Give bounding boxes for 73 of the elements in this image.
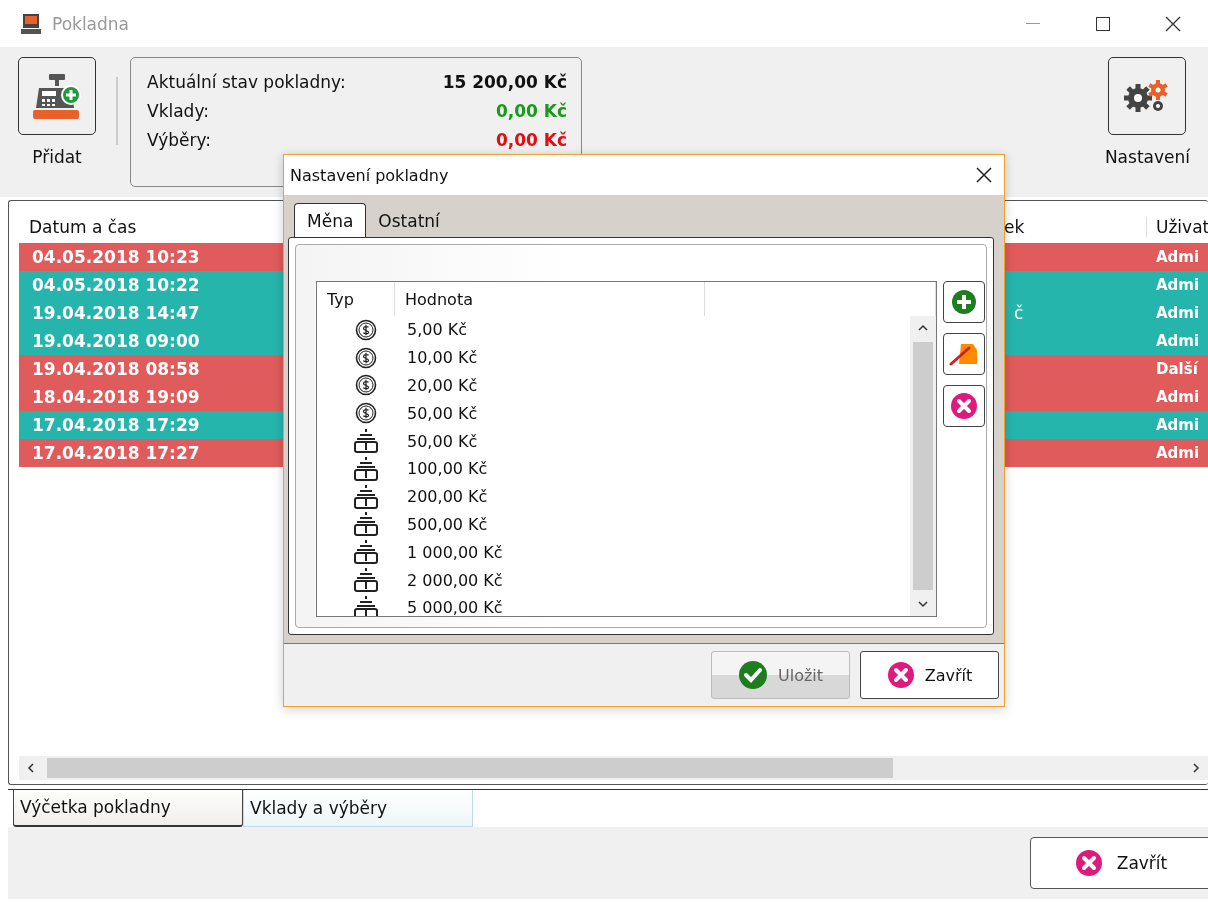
denomination-value: 5,00 Kč <box>406 320 468 340</box>
summary-label: Aktuální stav pokladny: <box>147 72 346 92</box>
close-button[interactable]: Zavřít <box>860 651 999 699</box>
summary-value: 0,00 Kč <box>495 101 567 121</box>
denomination-value: 200,00 Kč <box>406 487 489 507</box>
summary-label: Výběry: <box>147 130 212 150</box>
coin-icon <box>355 402 377 425</box>
banknote-stack-icon <box>353 595 379 616</box>
denomination-value: 500,00 Kč <box>406 514 489 534</box>
banknote-stack-icon <box>353 429 379 454</box>
summary-label: Vklady: <box>147 101 209 121</box>
table-cell-text: č <box>1013 303 1025 323</box>
window-title: Pokladna <box>52 13 129 34</box>
table-cell-text: Admi <box>1155 332 1201 350</box>
banknote-stack-icon <box>353 484 379 509</box>
denomination-value: 100,00 Kč <box>406 459 489 479</box>
coin-icon <box>355 346 377 369</box>
vertical-scrollbar[interactable] <box>910 316 936 616</box>
summary-value: 15 200,00 Kč <box>442 72 567 92</box>
table-cell-text: 19.04.2018 09:00 <box>31 331 201 351</box>
delete-button[interactable] <box>943 385 985 427</box>
table-cell-text: Admi <box>1155 416 1201 434</box>
table-cell-text: 19.04.2018 08:58 <box>31 359 201 379</box>
denomination-value: 1 000,00 Kč <box>406 542 504 562</box>
close-icon <box>1165 15 1181 32</box>
banknote-stack-icon <box>353 456 379 481</box>
column-header[interactable]: Uživat <box>1146 217 1208 237</box>
horizontal-scrollbar[interactable] <box>19 756 1208 780</box>
table-cell-text: 17.04.2018 17:27 <box>31 443 201 463</box>
table-cell-text: Admi <box>1155 276 1201 294</box>
scroll-up-icon[interactable] <box>918 324 928 331</box>
tab[interactable]: Měna <box>294 203 367 237</box>
table-cell-text: Další <box>1155 360 1200 378</box>
column-header[interactable]: Hodnota <box>395 282 705 316</box>
maximize-icon <box>1096 16 1110 31</box>
close-icon <box>886 661 915 689</box>
table-cell-text: 18.04.2018 19:09 <box>31 387 201 407</box>
table-cell-text: Admi <box>1155 304 1201 322</box>
close-button[interactable]: Zavřít <box>1030 837 1208 889</box>
close-icon <box>976 167 992 183</box>
close-icon <box>950 392 978 420</box>
table-cell-text: 04.05.2018 10:23 <box>31 247 201 267</box>
denomination-value: 50,00 Kč <box>406 431 479 451</box>
denomination-value: 10,00 Kč <box>406 348 479 368</box>
tab[interactable]: Vklady a výběry <box>243 789 473 827</box>
tab[interactable]: Výčetka pokladny <box>13 789 243 827</box>
table-cell-text: Admi <box>1155 388 1201 406</box>
coin-icon <box>355 318 377 341</box>
banknote-stack-icon <box>353 540 379 565</box>
banknote-stack-icon <box>353 512 379 537</box>
table-cell-text: 04.05.2018 10:22 <box>31 275 201 295</box>
add-icon <box>951 289 977 315</box>
close-icon <box>1074 849 1103 877</box>
scroll-down-icon[interactable] <box>918 601 928 608</box>
minimize-icon <box>1026 22 1040 25</box>
dialog-title: Nastavení pokladny <box>290 165 449 185</box>
tab[interactable]: Ostatní <box>366 205 452 237</box>
denomination-value: 20,00 Kč <box>406 376 479 395</box>
column-header[interactable]: Typ <box>317 282 395 316</box>
banknote-stack-icon <box>353 568 379 593</box>
denomination-value: 2 000,00 Kč <box>406 570 504 590</box>
edit-button[interactable] <box>943 333 985 375</box>
summary-value: 0,00 Kč <box>495 130 567 150</box>
table-cell-text: Admi <box>1155 444 1201 462</box>
table-cell-text: 17.04.2018 17:29 <box>31 415 201 435</box>
dialog-close-button[interactable] <box>976 167 992 183</box>
denomination-value: 5 000,00 Kč <box>406 598 504 616</box>
check-icon <box>737 660 768 690</box>
table-cell-text: Admi <box>1155 248 1201 266</box>
table-cell-text: 19.04.2018 14:47 <box>31 303 201 323</box>
coin-icon <box>355 374 377 397</box>
denomination-value: 50,00 Kč <box>406 403 479 423</box>
add-button[interactable] <box>943 281 985 323</box>
